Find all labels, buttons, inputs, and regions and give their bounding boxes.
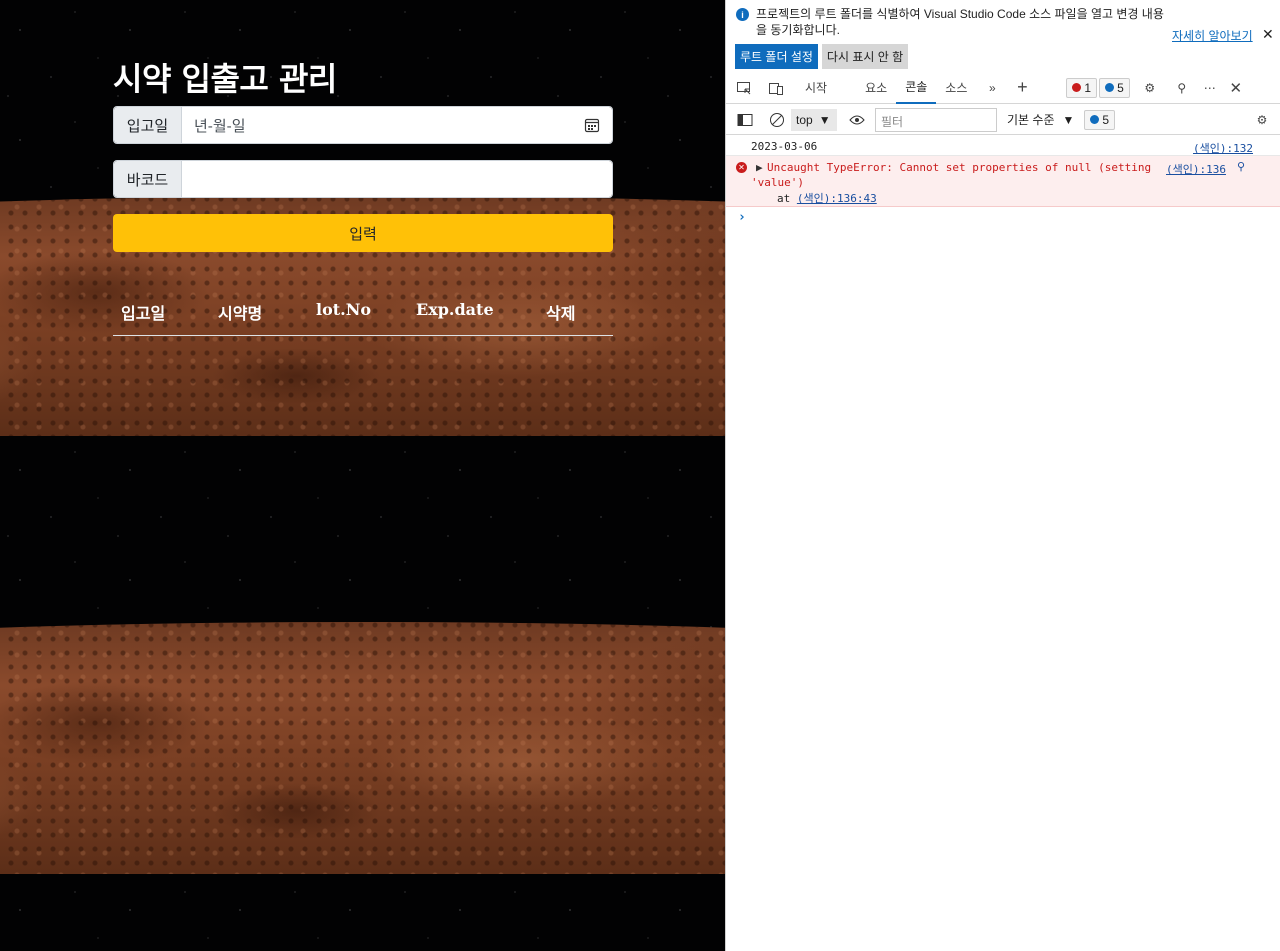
issues-count: 5 xyxy=(1102,112,1110,127)
message-icon xyxy=(1105,83,1115,92)
error-count: 1 xyxy=(1084,80,1092,95)
context-value: top xyxy=(796,112,813,127)
console-prompt[interactable]: › xyxy=(726,207,1280,225)
tab-elements[interactable]: 요소 xyxy=(856,72,896,104)
add-tab-icon[interactable]: + xyxy=(1012,77,1032,98)
log-level-select[interactable]: 기본 수준 ▼ xyxy=(1007,111,1074,128)
table-header: 입고일 시약명 lot.No Exp.date 삭제 xyxy=(113,300,613,336)
more-tabs-icon[interactable]: » xyxy=(982,78,1002,98)
device-emulation-icon[interactable] xyxy=(766,78,786,98)
inspect-icon[interactable] xyxy=(734,78,754,98)
log-source-link[interactable]: (색인):132 xyxy=(1193,140,1253,156)
date-label: 입고일 xyxy=(114,107,182,143)
error-stack-link[interactable]: (색인):136:43 xyxy=(797,192,877,205)
column-header-expdate: Exp.date xyxy=(416,300,494,319)
page-viewport: 시약 입출고 관리 입고일 년-월-일 바코드 입력 입고일 시약명 lot.N… xyxy=(0,0,725,951)
settings-gear-icon[interactable]: ⚙ xyxy=(1140,78,1160,98)
mars-background-image-repeat xyxy=(0,622,725,874)
message-count-badge[interactable]: 5 xyxy=(1099,77,1130,98)
filter-input[interactable]: 필터 xyxy=(875,107,997,132)
calendar-icon[interactable] xyxy=(584,117,600,133)
tab-welcome[interactable]: 시작 xyxy=(796,72,836,104)
devtools-panel: i 프로젝트의 루트 폴더를 식별하여 Visual Studio Code 소… xyxy=(725,0,1280,951)
chevron-down-icon: ▼ xyxy=(1062,112,1075,127)
console-toolbar: top ▼ 필터 기본 수준 ▼ 5 ⚙ xyxy=(726,105,1280,135)
learn-more-link[interactable]: 자세히 알아보기 xyxy=(1172,27,1253,44)
console-error-entry: ✕ ▶ Uncaught TypeError: Cannot set prope… xyxy=(726,156,1280,207)
message-count: 5 xyxy=(1117,80,1124,95)
console-settings-gear-icon[interactable]: ⚙ xyxy=(1252,110,1272,130)
context-select[interactable]: top ▼ xyxy=(791,108,837,131)
error-message-continued: 'value') xyxy=(751,176,804,189)
tab-sources[interactable]: 소스 xyxy=(936,72,976,104)
info-icon: i xyxy=(736,8,749,21)
error-stack-at: at xyxy=(777,192,791,205)
tab-console[interactable]: 콘솔 xyxy=(896,72,937,104)
close-icon[interactable]: ✕ xyxy=(1262,26,1274,43)
close-devtools-icon[interactable]: ✕ xyxy=(1226,78,1246,98)
expand-arrow-icon[interactable]: ▶ xyxy=(756,161,763,174)
date-placeholder: 년-월-일 xyxy=(194,116,246,135)
column-header-reagent: 시약명 xyxy=(218,304,263,323)
chevron-down-icon: ▼ xyxy=(818,112,831,127)
error-icon: ✕ xyxy=(736,162,747,173)
issues-badge[interactable]: 5 xyxy=(1084,109,1116,130)
error-message: Uncaught TypeError: Cannot set propertie… xyxy=(767,161,1152,174)
infobar-buttons: 루트 폴더 설정 다시 표시 안 함 xyxy=(735,44,909,69)
date-input[interactable]: 년-월-일 xyxy=(182,107,612,143)
inventory-form: 시약 입출고 관리 입고일 년-월-일 바코드 입력 입고일 시약명 lot.N… xyxy=(113,58,613,336)
submit-button[interactable]: 입력 xyxy=(113,214,613,252)
error-count-badge[interactable]: 1 xyxy=(1066,77,1098,98)
infobar-message: 프로젝트의 루트 폴더를 식별하여 Visual Studio Code 소스 … xyxy=(756,7,1164,37)
error-icon xyxy=(1072,83,1082,92)
infobar: i 프로젝트의 루트 폴더를 식별하여 Visual Studio Code 소… xyxy=(726,0,1280,72)
barcode-input[interactable] xyxy=(182,161,612,197)
page-title: 시약 입출고 관리 xyxy=(113,60,337,98)
barcode-input-group: 바코드 xyxy=(113,160,613,198)
clear-console-icon[interactable] xyxy=(767,110,787,130)
column-header-date: 입고일 xyxy=(121,304,166,323)
console-output: 2023-03-06 (색인):132 ✕ ▶ Uncaught TypeErr… xyxy=(726,136,1280,225)
customize-icon[interactable]: ⚲ xyxy=(1172,78,1192,98)
column-header-lot: lot.No xyxy=(316,300,372,319)
set-root-folder-button[interactable]: 루트 폴더 설정 xyxy=(735,44,818,69)
more-options-icon[interactable]: ⋯ xyxy=(1200,78,1220,98)
console-log-entry: 2023-03-06 (색인):132 xyxy=(726,136,1280,156)
sidebar-toggle-icon[interactable] xyxy=(735,110,755,130)
log-message: 2023-03-06 xyxy=(751,140,818,153)
error-stack-line: at (색인):136:43 xyxy=(777,190,877,206)
column-header-delete: 삭제 xyxy=(546,304,576,323)
error-source-link[interactable]: (색인):136 xyxy=(1166,161,1226,177)
message-icon xyxy=(1090,115,1100,124)
live-expression-eye-icon[interactable] xyxy=(847,110,867,130)
search-icon[interactable]: ⚲ xyxy=(1237,160,1245,173)
log-level-value: 기본 수준 xyxy=(1007,113,1055,127)
date-input-group: 입고일 년-월-일 xyxy=(113,106,613,144)
dont-show-again-button[interactable]: 다시 표시 안 함 xyxy=(821,44,909,69)
devtools-tabbar: 시작 요소 콘솔 소스 » + 1 5 ⚙ ⚲ ⋯ ✕ xyxy=(726,72,1280,104)
barcode-label: 바코드 xyxy=(114,161,182,197)
